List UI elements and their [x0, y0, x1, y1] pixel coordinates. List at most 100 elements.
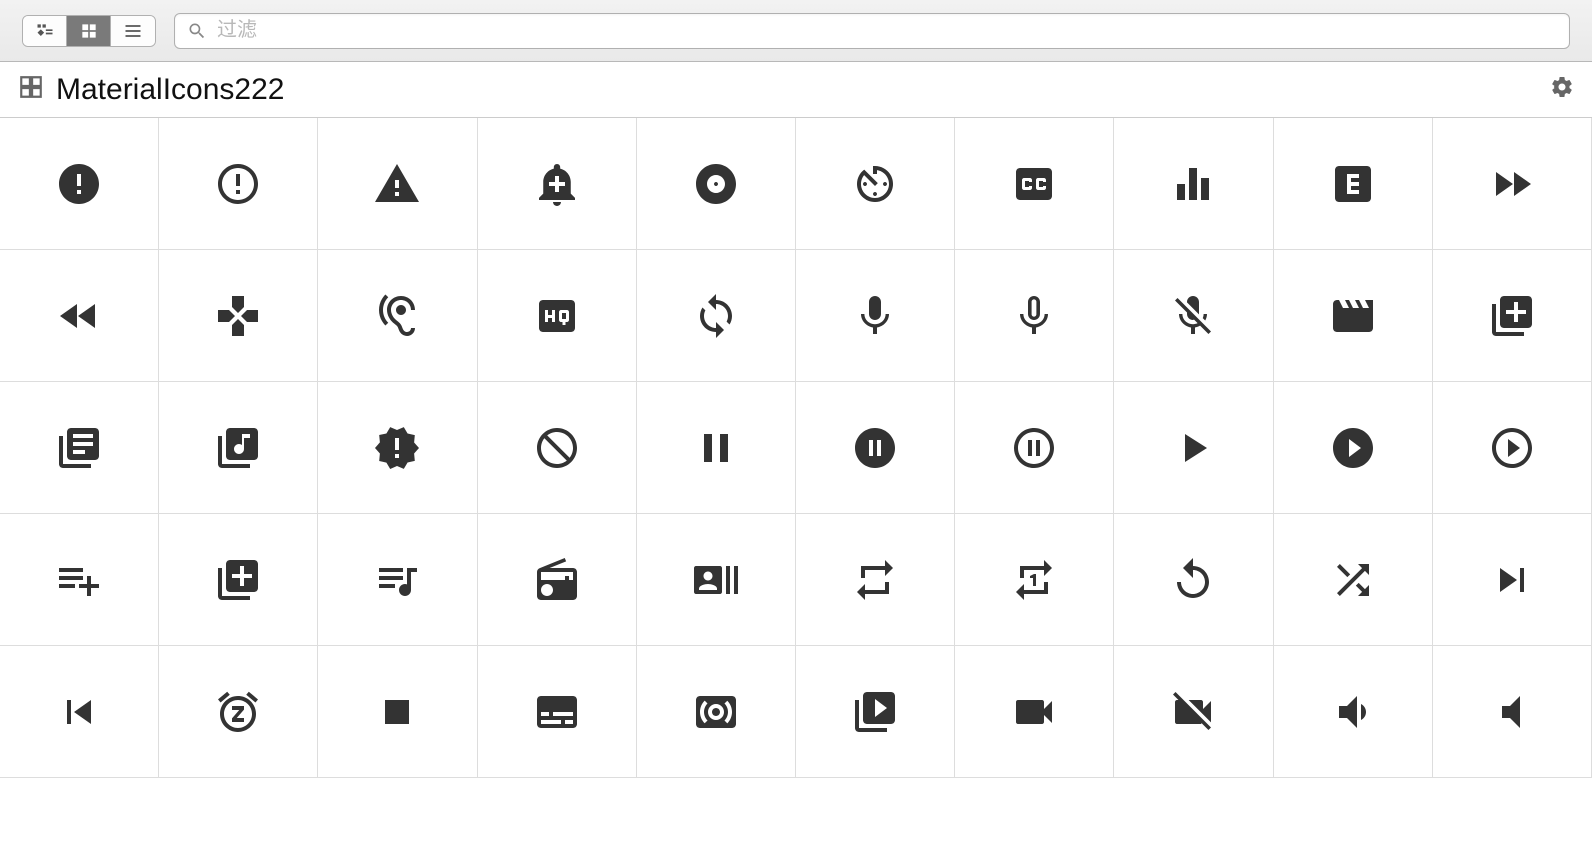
- error-outline-icon: [214, 160, 262, 208]
- mic-icon: [851, 292, 899, 340]
- repeat-icon: [851, 556, 899, 604]
- view-mode-segmented: [22, 15, 156, 47]
- icon-cell-error-outline[interactable]: [159, 118, 318, 250]
- icon-cell-mic[interactable]: [796, 250, 955, 382]
- loop-icon: [692, 292, 740, 340]
- view-grid-button[interactable]: [67, 16, 111, 46]
- skip-next-icon: [1488, 556, 1536, 604]
- icon-cell-volume-down[interactable]: [1274, 646, 1433, 778]
- pause-circle-outline-icon: [1010, 424, 1058, 472]
- icon-cell-repeat-one[interactable]: [955, 514, 1114, 646]
- grid-view-icon: [79, 21, 99, 41]
- icon-cell-radio[interactable]: [478, 514, 637, 646]
- icon-cell-warning[interactable]: [318, 118, 477, 250]
- icon-cell-snooze[interactable]: [159, 646, 318, 778]
- icon-cell-fast-forward[interactable]: [1433, 118, 1592, 250]
- icon-cell-pause[interactable]: [637, 382, 796, 514]
- icon-cell-mic-none[interactable]: [955, 250, 1114, 382]
- shuffle-icon: [1329, 556, 1377, 604]
- view-outline-button[interactable]: [23, 16, 67, 46]
- recent-actors-icon: [692, 556, 740, 604]
- icon-cell-replay[interactable]: [1114, 514, 1273, 646]
- icon-cell-videocam[interactable]: [955, 646, 1114, 778]
- pause-circle-filled-icon: [851, 424, 899, 472]
- icon-cell-pause-circle-outline[interactable]: [955, 382, 1114, 514]
- icon-cell-hearing[interactable]: [318, 250, 477, 382]
- fast-rewind-icon: [55, 292, 103, 340]
- icon-cell-repeat[interactable]: [796, 514, 955, 646]
- icon-cell-videocam-off[interactable]: [1114, 646, 1273, 778]
- new-releases-icon: [373, 424, 421, 472]
- stop-icon: [373, 688, 421, 736]
- av-timer-icon: [851, 160, 899, 208]
- collection-icon: [18, 74, 44, 105]
- icon-cell-error-filled[interactable]: [0, 118, 159, 250]
- icon-cell-album[interactable]: [637, 118, 796, 250]
- outline-view-icon: [35, 21, 55, 41]
- mic-none-icon: [1010, 292, 1058, 340]
- icon-cell-subtitles[interactable]: [478, 646, 637, 778]
- icon-cell-av-timer[interactable]: [796, 118, 955, 250]
- page-title: MaterialIcons222: [56, 73, 284, 107]
- icon-cell-not-interested[interactable]: [478, 382, 637, 514]
- video-library-icon: [851, 688, 899, 736]
- icon-cell-closed-caption[interactable]: [955, 118, 1114, 250]
- movie-icon: [1329, 292, 1377, 340]
- icon-cell-surround-sound[interactable]: [637, 646, 796, 778]
- icon-cell-play-circle-outline[interactable]: [1433, 382, 1592, 514]
- icon-cell-loop[interactable]: [637, 250, 796, 382]
- filter-input[interactable]: [217, 19, 1557, 42]
- pause-icon: [692, 424, 740, 472]
- icon-cell-add-alert[interactable]: [478, 118, 637, 250]
- icon-cell-recent-actors[interactable]: [637, 514, 796, 646]
- icon-cell-fast-rewind[interactable]: [0, 250, 159, 382]
- icon-cell-shuffle[interactable]: [1274, 514, 1433, 646]
- icon-grid: [0, 118, 1592, 778]
- games-icon: [214, 292, 262, 340]
- videocam-off-icon: [1169, 688, 1217, 736]
- icon-cell-library-books[interactable]: [0, 382, 159, 514]
- icon-cell-skip-next[interactable]: [1433, 514, 1592, 646]
- icon-cell-pause-circle-filled[interactable]: [796, 382, 955, 514]
- queue-music-icon: [373, 556, 421, 604]
- icon-cell-mic-off[interactable]: [1114, 250, 1273, 382]
- icon-cell-library-music[interactable]: [159, 382, 318, 514]
- icon-cell-library-add[interactable]: [1433, 250, 1592, 382]
- icon-cell-queue-music[interactable]: [318, 514, 477, 646]
- icon-cell-volume-mute[interactable]: [1433, 646, 1592, 778]
- add-alert-icon: [533, 160, 581, 208]
- fast-forward-icon: [1488, 160, 1536, 208]
- icon-cell-equalizer[interactable]: [1114, 118, 1273, 250]
- closed-caption-icon: [1010, 160, 1058, 208]
- icon-cell-video-library[interactable]: [796, 646, 955, 778]
- icon-cell-play-arrow[interactable]: [1114, 382, 1273, 514]
- icon-cell-stop[interactable]: [318, 646, 477, 778]
- icon-cell-queue[interactable]: [159, 514, 318, 646]
- album-icon: [692, 160, 740, 208]
- mic-off-icon: [1169, 292, 1217, 340]
- warning-icon: [373, 160, 421, 208]
- icon-cell-new-releases[interactable]: [318, 382, 477, 514]
- queue-icon: [214, 556, 262, 604]
- icon-cell-high-quality[interactable]: [478, 250, 637, 382]
- search-field-wrap: [174, 13, 1570, 49]
- icon-cell-movie[interactable]: [1274, 250, 1433, 382]
- icon-cell-play-circle-filled[interactable]: [1274, 382, 1433, 514]
- titlebar: MaterialIcons222: [0, 62, 1592, 118]
- icon-cell-playlist-add[interactable]: [0, 514, 159, 646]
- radio-icon: [533, 556, 581, 604]
- list-view-icon: [123, 21, 143, 41]
- library-add-icon: [1488, 292, 1536, 340]
- library-music-icon: [214, 424, 262, 472]
- icon-cell-games[interactable]: [159, 250, 318, 382]
- icon-cell-explicit[interactable]: [1274, 118, 1433, 250]
- view-list-button[interactable]: [111, 16, 155, 46]
- icon-cell-skip-previous[interactable]: [0, 646, 159, 778]
- gear-icon[interactable]: [1550, 75, 1574, 104]
- library-books-icon: [55, 424, 103, 472]
- replay-icon: [1169, 556, 1217, 604]
- skip-previous-icon: [55, 688, 103, 736]
- volume-down-icon: [1329, 688, 1377, 736]
- high-quality-icon: [533, 292, 581, 340]
- repeat-one-icon: [1010, 556, 1058, 604]
